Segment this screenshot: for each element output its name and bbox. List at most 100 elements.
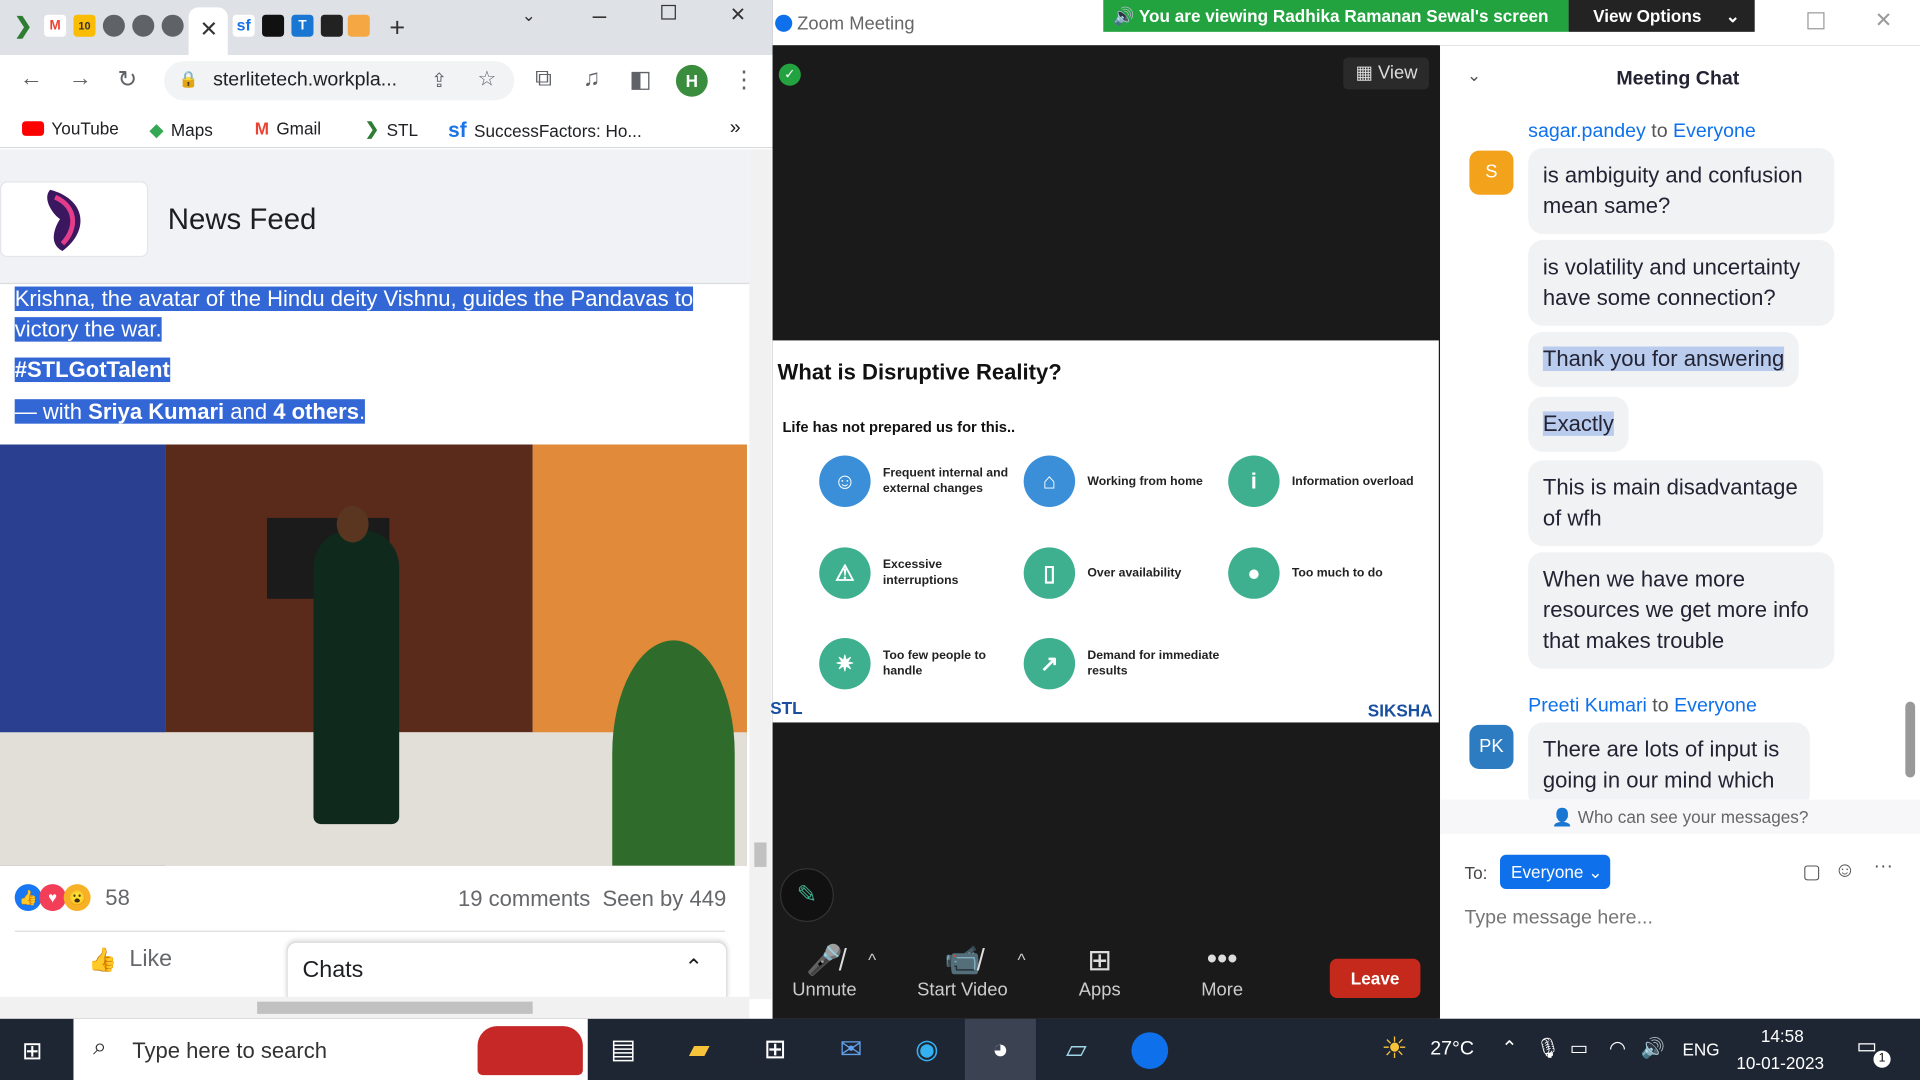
close-window-icon[interactable]: ✕ — [1875, 9, 1892, 33]
reactions[interactable]: 👍 ♥ 😮 58 — [14, 884, 130, 912]
close-window-icon[interactable]: ✕ — [730, 2, 746, 26]
extensions-icon[interactable]: ⧉ — [535, 66, 552, 93]
notepad-icon[interactable]: ▱ — [1041, 1019, 1112, 1080]
more-bookmarks-icon[interactable]: » — [730, 118, 741, 140]
security-shield-icon[interactable]: ✓ — [778, 63, 801, 86]
like-button[interactable]: 👍 Like — [88, 945, 172, 974]
tab-icon-app[interactable]: ❯ — [12, 15, 34, 37]
chat-message[interactable]: Thank you for answering — [1528, 331, 1799, 387]
h-scroll-thumb[interactable] — [257, 1001, 533, 1014]
emoji-icon[interactable]: ☺ — [1834, 858, 1855, 882]
windows-start-icon[interactable]: ⊞ — [22, 1036, 43, 1067]
sender-name[interactable]: sagar.pandey — [1528, 121, 1646, 142]
url-text[interactable]: sterlitetech.workpla... — [213, 70, 397, 92]
bookmark-successfactors[interactable]: sf SuccessFactors: Ho... — [448, 119, 642, 143]
tab-icon-dark[interactable] — [262, 14, 285, 37]
globe-tab-icon[interactable] — [132, 14, 155, 37]
who-can-see-notice[interactable]: 👤 Who can see your messages? — [1440, 799, 1920, 834]
bookmark-maps[interactable]: ◆ Maps — [149, 119, 212, 141]
clock-time[interactable]: 14:58 — [1761, 1026, 1804, 1046]
search-box[interactable]: ⌕ Type here to search — [73, 1018, 588, 1080]
close-tab-icon[interactable]: ✕ — [200, 17, 218, 43]
view-options-button[interactable]: View Options ⌄ — [1568, 0, 1755, 32]
menu-icon[interactable]: ⋮ — [732, 66, 755, 94]
video-options-caret[interactable]: ^ — [1018, 950, 1026, 970]
chat-message[interactable]: When we have more resources we get more … — [1528, 552, 1835, 669]
globe-tab-icon[interactable] — [102, 14, 125, 37]
chat-message[interactable]: Exactly — [1528, 396, 1629, 452]
chats-dock[interactable]: Chats ⌃ — [286, 941, 728, 1000]
successfactors-tab-icon[interactable]: sf — [232, 14, 255, 37]
chat-message[interactable]: is volatility and uncertainty have some … — [1528, 240, 1835, 326]
more-options-icon[interactable]: ··· — [1873, 856, 1893, 878]
tagged-others-link[interactable]: 4 others — [273, 399, 359, 423]
clock-date[interactable]: 10-01-2023 — [1736, 1053, 1824, 1073]
globe-tab-icon[interactable] — [161, 14, 184, 37]
chat-message[interactable]: This is main disadvantage of wfh — [1528, 460, 1824, 547]
file-explorer-icon[interactable]: ▰ — [664, 1019, 735, 1080]
microphone-icon[interactable]: 🎙 — [1536, 1036, 1561, 1060]
active-tab[interactable]: ✕ — [188, 7, 228, 56]
comments-count[interactable]: 19 comments — [458, 887, 590, 913]
tagged-person-link[interactable]: Sriya Kumari — [88, 399, 224, 423]
annotate-pencil-icon[interactable]: ✎ — [780, 868, 834, 923]
minimize-icon[interactable]: – — [593, 2, 607, 30]
task-view-icon[interactable]: ▤ — [588, 1019, 659, 1080]
new-tab-icon[interactable]: + — [389, 12, 405, 44]
post-hashtag[interactable]: #STLGotTalent — [14, 355, 725, 386]
weather-sun-icon[interactable]: ☀ — [1381, 1031, 1407, 1067]
chevron-up-icon[interactable]: ⌃ — [684, 955, 702, 981]
tab-icon-t[interactable]: T — [291, 14, 314, 37]
horizontal-scrollbar[interactable] — [0, 996, 750, 1019]
chrome-taskbar-icon[interactable]: ◕ — [964, 1018, 1036, 1080]
media-control-icon[interactable]: ♫ — [583, 66, 600, 93]
maximize-icon[interactable] — [661, 4, 676, 20]
vertical-scrollbar[interactable] — [749, 149, 772, 1000]
volume-icon[interactable]: 🔊 — [1641, 1036, 1665, 1060]
post-video[interactable] — [0, 444, 747, 866]
share-icon[interactable]: ⇪ — [431, 69, 447, 93]
more-button[interactable]: ••• More — [1201, 943, 1243, 1001]
tab-icon-dark2[interactable] — [320, 14, 343, 37]
unmute-button[interactable]: 🎤̸ Unmute — [792, 943, 856, 1000]
chat-scroll-thumb[interactable] — [1905, 701, 1916, 778]
edge-icon[interactable]: ◉ — [891, 1019, 962, 1080]
store-icon[interactable]: ⊞ — [740, 1019, 811, 1080]
file-icon[interactable]: ▢ — [1802, 860, 1821, 884]
address-bar[interactable]: 🔒 sterlitetech.workpla... ⇪ ☆ — [164, 61, 515, 101]
maximize-icon[interactable] — [1807, 12, 1825, 30]
start-video-button[interactable]: 📹̸ Start Video — [917, 943, 1008, 1000]
collapse-chevron-icon[interactable]: ⌄ — [1467, 65, 1481, 86]
sender-name[interactable]: Preeti Kumari — [1528, 696, 1647, 717]
wifi-icon[interactable]: ◠ — [1609, 1036, 1626, 1060]
side-panel-icon[interactable]: ◧ — [629, 66, 651, 94]
calendar-tab-icon[interactable]: 10 — [73, 14, 96, 37]
scroll-thumb[interactable] — [754, 842, 767, 867]
seen-count[interactable]: Seen by 449 — [602, 887, 726, 913]
back-icon[interactable]: ← — [20, 66, 43, 93]
recipient-dropdown[interactable]: Everyone ⌄ — [1500, 854, 1611, 889]
zoom-taskbar-icon[interactable] — [1114, 1019, 1185, 1080]
group-logo[interactable] — [0, 181, 149, 258]
chat-message[interactable]: There are lots of input is going in our … — [1528, 722, 1810, 800]
mail-icon[interactable]: ✉ — [816, 1019, 887, 1080]
audio-options-caret[interactable]: ^ — [868, 950, 876, 970]
reload-icon[interactable]: ↻ — [118, 66, 137, 94]
profile-avatar[interactable]: H — [675, 64, 708, 97]
chevron-down-icon[interactable]: ⌄ — [522, 5, 536, 26]
gmail-tab-icon[interactable]: M — [44, 14, 67, 37]
bookmark-gmail[interactable]: M Gmail — [255, 119, 321, 139]
bookmark-youtube[interactable]: YouTube — [22, 119, 119, 138]
tray-chevron-icon[interactable]: ⌃ — [1501, 1036, 1517, 1060]
battery-icon[interactable]: ▭ — [1570, 1036, 1589, 1060]
bookmark-stl[interactable]: ❯ STL — [365, 119, 418, 140]
star-icon[interactable]: ☆ — [478, 67, 497, 91]
temperature[interactable]: 27°C — [1430, 1038, 1474, 1060]
language-indicator[interactable]: ENG — [1682, 1040, 1719, 1060]
tab-icon-orange[interactable] — [347, 14, 370, 37]
chat-message[interactable]: is ambiguity and confusion mean same? — [1528, 148, 1835, 234]
view-button[interactable]: ▦ View — [1343, 57, 1429, 90]
leave-button[interactable]: Leave — [1329, 958, 1421, 998]
apps-button[interactable]: ⊞ Apps — [1079, 943, 1121, 1000]
forward-icon[interactable]: → — [69, 66, 92, 93]
